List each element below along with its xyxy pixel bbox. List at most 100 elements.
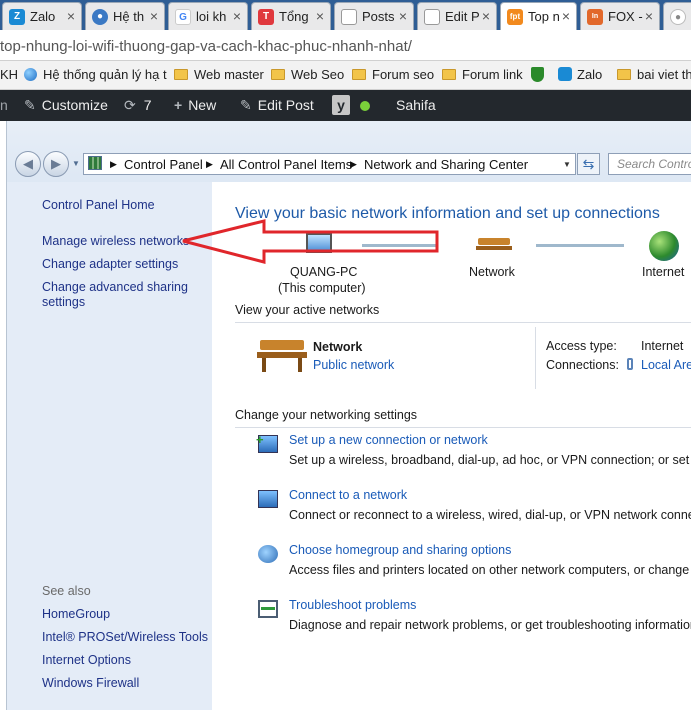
- setup-connection-link[interactable]: Set up a new connection or network: [289, 433, 488, 447]
- back-button[interactable]: ◀: [15, 151, 41, 177]
- bench-seat: [476, 246, 512, 250]
- shield-icon: [531, 67, 544, 82]
- close-icon[interactable]: ×: [150, 8, 158, 24]
- browser-tab-he-thong[interactable]: ● Hệ th ×: [85, 2, 165, 30]
- chevron-right-icon: ▶: [350, 159, 357, 169]
- connect-network-desc: Connect or reconnect to a wireless, wire…: [289, 508, 691, 522]
- browser-tab-posts[interactable]: Posts ×: [334, 2, 414, 30]
- connection-line: [536, 244, 624, 247]
- refresh-icon: ⟳: [124, 97, 136, 113]
- divider: [235, 322, 691, 323]
- tab-label: Edit P: [445, 9, 480, 24]
- plus-icon: +: [256, 432, 264, 447]
- edit-post-button[interactable]: ✎ Edit Post: [240, 97, 314, 114]
- divider: [235, 427, 691, 428]
- yoast-icon[interactable]: y: [332, 95, 350, 115]
- bookmark-web-master[interactable]: Web master: [174, 67, 264, 82]
- close-icon[interactable]: ×: [645, 8, 653, 24]
- bookmark-forum-seo[interactable]: Forum seo: [352, 67, 434, 82]
- troubleshoot-icon-bar: [261, 607, 275, 610]
- close-icon[interactable]: ×: [399, 8, 407, 24]
- chevron-right-icon: ▶: [110, 159, 117, 169]
- see-also-internet-options[interactable]: Internet Options: [42, 653, 131, 667]
- bookmark-kh[interactable]: KH: [0, 67, 18, 82]
- bookmark-forum-link[interactable]: Forum link: [442, 67, 523, 82]
- active-networks-title: View your active networks: [235, 303, 380, 317]
- plus-icon: +: [174, 97, 183, 113]
- breadcrumb-control-panel[interactable]: Control Panel: [124, 157, 203, 172]
- globe-icon[interactable]: [649, 231, 679, 261]
- close-icon[interactable]: ×: [562, 8, 570, 24]
- browser-tab-overflow[interactable]: ●: [663, 2, 691, 30]
- close-icon[interactable]: ×: [233, 8, 241, 24]
- updates-button[interactable]: ⟳ 7: [124, 97, 152, 114]
- browser-tab-strip: Z Zalo × ● Hệ th × Gloi kh × T Tổng × Posts × Ed…: [0, 0, 691, 30]
- close-icon[interactable]: ×: [67, 8, 75, 24]
- bookmark-web-seo[interactable]: Web Seo: [271, 67, 344, 82]
- computer-name: QUANG-PC: [290, 265, 358, 279]
- sidebar-change-adapter[interactable]: Change adapter settings: [42, 257, 178, 271]
- folder-icon: [442, 69, 456, 80]
- bookmark-he-thong[interactable]: Hệ thống quản lý hạ t: [24, 67, 167, 82]
- browser-tab-edit-post[interactable]: Edit P ×: [417, 2, 497, 30]
- browser-tab-fox[interactable]: In FOX - ×: [580, 2, 660, 30]
- bookmark-bai-viet[interactable]: bai viet thu: [617, 67, 691, 82]
- control-panel-icon: [88, 156, 102, 170]
- troubleshoot-link[interactable]: Troubleshoot problems: [289, 598, 416, 612]
- sidebar-manage-wireless[interactable]: Manage wireless networks: [42, 234, 189, 248]
- bookmark-zalo[interactable]: Zalo: [558, 67, 602, 82]
- homegroup-desc: Access files and printers located on oth…: [289, 563, 691, 577]
- browser-tab-loi-khac[interactable]: Gloi kh ×: [168, 2, 248, 30]
- t-logo-icon: T: [258, 9, 274, 25]
- connect-network-icon: [258, 490, 278, 508]
- internet-label: Internet: [642, 265, 685, 279]
- see-also-proset[interactable]: Intel® PROSet/Wireless Tools: [42, 630, 208, 644]
- browser-tab-tong[interactable]: T Tổng ×: [251, 2, 331, 30]
- history-dropdown-icon[interactable]: ▼: [72, 159, 80, 168]
- chevron-down-icon[interactable]: ▼: [563, 160, 571, 169]
- url-text[interactable]: top-nhung-loi-wifi-thuong-gap-va-cach-kh…: [0, 38, 412, 55]
- globe-icon: ●: [92, 9, 108, 25]
- page-title: View your basic network information and …: [235, 205, 660, 222]
- fpt-icon: fpt: [507, 9, 523, 25]
- see-also-homegroup[interactable]: HomeGroup: [42, 607, 110, 621]
- wp-logo-icon[interactable]: n: [0, 97, 8, 113]
- breadcrumb[interactable]: ▶ Control Panel ▶ All Control Panel Item…: [83, 153, 576, 175]
- computer-sub: (This computer): [278, 281, 366, 295]
- sidebar-control-panel-home[interactable]: Control Panel Home: [42, 198, 155, 212]
- computer-icon[interactable]: [306, 233, 332, 253]
- tab-label: Hệ th: [113, 9, 145, 24]
- forward-button[interactable]: ▶: [43, 151, 69, 177]
- connections-label: Connections:: [546, 358, 619, 372]
- browser-tab-zalo[interactable]: Z Zalo ×: [2, 2, 82, 30]
- wp-admin-bar: n ✎ Customize ⟳ 7 + New ✎ Edit Post y Sahifa: [0, 90, 691, 121]
- see-also-firewall[interactable]: Windows Firewall: [42, 676, 139, 690]
- zalo-icon: Z: [9, 9, 25, 25]
- close-icon[interactable]: ×: [482, 8, 490, 24]
- customize-button[interactable]: ✎ Customize: [24, 97, 108, 114]
- breadcrumb-network-sharing[interactable]: Network and Sharing Center: [364, 157, 528, 172]
- public-network-link[interactable]: Public network: [313, 358, 394, 372]
- refresh-button[interactable]: ⇆: [577, 153, 600, 175]
- tab-label: Zalo: [30, 9, 56, 24]
- bookmark-shield[interactable]: [531, 67, 544, 82]
- google-icon: G: [175, 9, 191, 25]
- new-button[interactable]: + New: [174, 97, 216, 113]
- bench-icon[interactable]: [478, 238, 510, 245]
- folder-icon: [271, 69, 285, 80]
- connect-network-link[interactable]: Connect to a network: [289, 488, 407, 502]
- folder-icon: [174, 69, 188, 80]
- access-type-value: Internet: [641, 339, 684, 353]
- search-input[interactable]: Search Control: [608, 153, 691, 175]
- sahifa-menu[interactable]: Sahifa: [396, 97, 436, 113]
- chevron-right-icon: ▶: [206, 159, 213, 169]
- browser-tab-active[interactable]: fpt Top n ×: [500, 2, 577, 30]
- address-bar[interactable]: top-nhung-loi-wifi-thuong-gap-va-cach-kh…: [0, 30, 691, 61]
- local-area-connection-link[interactable]: Local Are: [641, 358, 691, 372]
- breadcrumb-all-items[interactable]: All Control Panel Items: [220, 157, 352, 172]
- close-icon[interactable]: ×: [316, 8, 324, 24]
- tab-label: Posts: [362, 9, 395, 24]
- homegroup-link[interactable]: Choose homegroup and sharing options: [289, 543, 511, 557]
- sidebar-advanced-sharing[interactable]: Change advanced sharing settings: [42, 280, 192, 310]
- task-pane: Control Panel Home Manage wireless netwo…: [7, 182, 212, 710]
